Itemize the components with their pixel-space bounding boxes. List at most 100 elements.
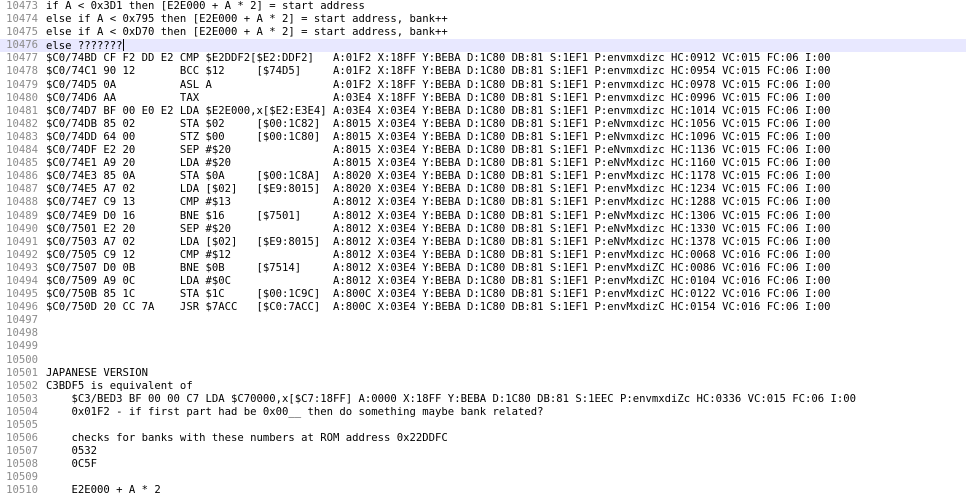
code-line[interactable]: 10510 E2E000 + A * 2	[0, 484, 966, 497]
text-editor[interactable]: 10473 if A < 0x3D1 then [E2E000 + A * 2] …	[0, 0, 966, 502]
code-line[interactable]: 10501 JAPANESE VERSION	[0, 367, 966, 380]
line-number: 10473	[6, 0, 38, 12]
code-line[interactable]: 10499	[0, 340, 966, 353]
line-text[interactable]: $C0/74E1 A9 20 LDA #$20 A:8015 X:03E4 Y:…	[46, 157, 831, 170]
line-number: 10482	[6, 117, 38, 130]
line-text[interactable]: E2E000 + A * 2	[46, 484, 161, 497]
code-line[interactable]: 10503 $C3/BED3 BF 00 00 C7 LDA $C70000,x…	[0, 393, 966, 406]
line-number: 10484	[6, 144, 38, 157]
line-text[interactable]: C3BDF5 is equivalent of	[46, 380, 193, 393]
code-line[interactable]: 10485 $C0/74E1 A9 20 LDA #$20 A:8015 X:03…	[0, 157, 966, 170]
line-text[interactable]: $C0/74E7 C9 13 CMP #$13 A:8012 X:03E4 Y:…	[46, 196, 831, 209]
line-number: 10498	[6, 327, 38, 340]
code-line[interactable]: 10483 $C0/74DD 64 00 STZ $00 [$00:1C80] A…	[0, 131, 966, 144]
line-text[interactable]: $C0/7507 D0 0B BNE $0B [$7514] A:8012 X:…	[46, 262, 831, 275]
code-line[interactable]: 10492 $C0/7505 C9 12 CMP #$12 A:8012 X:03…	[0, 249, 966, 262]
code-line[interactable]: 10508 0C5F	[0, 458, 966, 471]
current-line[interactable]: 10476 else ???????	[0, 39, 966, 53]
code-line[interactable]: 10475 else if A < 0xD70 then [E2E000 + A …	[0, 26, 966, 39]
line-text[interactable]: else ???????	[46, 39, 124, 53]
line-text[interactable]: $C0/74E5 A7 02 LDA [$02] [$E9:8015] A:80…	[46, 183, 831, 196]
line-number: 10509	[6, 471, 38, 484]
code-line[interactable]: 10488 $C0/74E7 C9 13 CMP #$13 A:8012 X:03…	[0, 196, 966, 209]
code-line[interactable]: 10479 $C0/74D5 0A ASL A A:01F2 X:18FF Y:B…	[0, 79, 966, 92]
code-line[interactable]: 10486 $C0/74E3 85 0A STA $0A [$00:1C8A] A…	[0, 170, 966, 183]
code-line[interactable]: 10496 $C0/750D 20 CC 7A JSR $7ACC [$C0:7A…	[0, 301, 966, 314]
line-number: 10483	[6, 130, 38, 143]
line-number: 10504	[6, 405, 38, 418]
line-text[interactable]: if A < 0x3D1 then [E2E000 + A * 2] = sta…	[46, 0, 365, 13]
line-number: 10497	[6, 314, 38, 327]
code-line[interactable]: 10504 0x01F2 - if first part had be 0x00…	[0, 406, 966, 419]
line-text[interactable]: 0532	[46, 445, 98, 458]
code-line[interactable]: 10482 $C0/74DB 85 02 STA $02 [$00:1C82] A…	[0, 118, 966, 131]
line-text[interactable]: $C0/74D6 AA TAX A:03E4 X:18FF Y:BEBA D:1…	[46, 92, 831, 105]
line-number: 10492	[6, 248, 38, 261]
code-line[interactable]: 10493 $C0/7507 D0 0B BNE $0B [$7514] A:80…	[0, 262, 966, 275]
code-line[interactable]: 10487 $C0/74E5 A7 02 LDA [$02] [$E9:8015]…	[0, 183, 966, 196]
code-line[interactable]: 10500	[0, 354, 966, 367]
line-text[interactable]: $C0/74C1 90 12 BCC $12 [$74D5] A:01F2 X:…	[46, 65, 831, 78]
line-text[interactable]: $C0/74DF E2 20 SEP #$20 A:8015 X:03E4 Y:…	[46, 144, 831, 157]
line-text[interactable]: $C0/7501 E2 20 SEP #$20 A:8012 X:03E4 Y:…	[46, 223, 831, 236]
line-text[interactable]: $C0/74BD CF F2 DD E2 CMP $E2DDF2[$E2:DDF…	[46, 52, 831, 65]
line-text[interactable]: $C0/74E9 D0 16 BNE $16 [$7501] A:8012 X:…	[46, 210, 831, 223]
line-number: 10502	[6, 379, 38, 392]
line-number: 10508	[6, 458, 38, 471]
line-number: 10479	[6, 78, 38, 91]
line-number: 10493	[6, 261, 38, 274]
line-number: 10490	[6, 222, 38, 235]
line-number: 10485	[6, 157, 38, 170]
editor-lines[interactable]: 10473 if A < 0x3D1 then [E2E000 + A * 2] …	[0, 0, 966, 498]
code-line[interactable]: 10473 if A < 0x3D1 then [E2E000 + A * 2] …	[0, 0, 966, 13]
line-text[interactable]: $C0/74D5 0A ASL A A:01F2 X:18FF Y:BEBA D…	[46, 79, 831, 92]
code-line[interactable]: 10484 $C0/74DF E2 20 SEP #$20 A:8015 X:03…	[0, 144, 966, 157]
code-line[interactable]: 10494 $C0/7509 A9 0C LDA #$0C A:8012 X:03…	[0, 275, 966, 288]
line-text[interactable]: 0C5F	[46, 458, 98, 471]
code-line[interactable]: 10509	[0, 471, 966, 484]
code-line[interactable]: 10490 $C0/7501 E2 20 SEP #$20 A:8012 X:03…	[0, 223, 966, 236]
line-text[interactable]: 0x01F2 - if first part had be 0x00__ the…	[46, 406, 544, 419]
code-line[interactable]: 10507 0532	[0, 445, 966, 458]
code-line[interactable]: 10498	[0, 327, 966, 340]
line-number: 10488	[6, 196, 38, 209]
code-line[interactable]: 10478 $C0/74C1 90 12 BCC $12 [$74D5] A:01…	[0, 65, 966, 78]
code-line[interactable]: 10502 C3BDF5 is equivalent of	[0, 380, 966, 393]
code-line[interactable]: 10506 checks for banks with these number…	[0, 432, 966, 445]
line-number: 10494	[6, 274, 38, 287]
line-number: 10496	[6, 301, 38, 314]
line-number: 10480	[6, 91, 38, 104]
code-line[interactable]: 10489 $C0/74E9 D0 16 BNE $16 [$7501] A:80…	[0, 210, 966, 223]
line-text[interactable]: $C0/74D7 BF 00 E0 E2 LDA $E2E000,x[$E2:E…	[46, 105, 831, 118]
line-number: 10499	[6, 340, 38, 353]
line-text[interactable]: $C0/7503 A7 02 LDA [$02] [$E9:8015] A:80…	[46, 236, 831, 249]
line-text[interactable]: checks for banks with these numbers at R…	[46, 432, 448, 445]
line-text[interactable]: $C0/7509 A9 0C LDA #$0C A:8012 X:03E4 Y:…	[46, 275, 831, 288]
code-line[interactable]: 10481 $C0/74D7 BF 00 E0 E2 LDA $E2E000,x[…	[0, 105, 966, 118]
line-text[interactable]: $C0/750B 85 1C STA $1C [$00:1C9C] A:800C…	[46, 288, 831, 301]
line-text[interactable]: $C0/74DD 64 00 STZ $00 [$00:1C80] A:8015…	[46, 131, 831, 144]
line-text[interactable]: $C0/7505 C9 12 CMP #$12 A:8012 X:03E4 Y:…	[46, 249, 831, 262]
line-number: 10503	[6, 392, 38, 405]
line-number: 10486	[6, 170, 38, 183]
line-number: 10489	[6, 209, 38, 222]
line-text[interactable]: $C3/BED3 BF 00 00 C7 LDA $C70000,x[$C7:1…	[46, 393, 857, 406]
line-number: 10507	[6, 445, 38, 458]
line-number: 10487	[6, 183, 38, 196]
code-line[interactable]: 10497	[0, 314, 966, 327]
line-text[interactable]: JAPANESE VERSION	[46, 367, 148, 380]
line-text[interactable]: $C0/74DB 85 02 STA $02 [$00:1C82] A:8015…	[46, 118, 831, 131]
code-line[interactable]: 10477 $C0/74BD CF F2 DD E2 CMP $E2DDF2[$E…	[0, 52, 966, 65]
line-text[interactable]: $C0/74E3 85 0A STA $0A [$00:1C8A] A:8020…	[46, 170, 831, 183]
line-text[interactable]: $C0/750D 20 CC 7A JSR $7ACC [$C0:7ACC] A…	[46, 301, 831, 314]
line-number: 10501	[6, 366, 38, 379]
code-line[interactable]: 10480 $C0/74D6 AA TAX A:03E4 X:18FF Y:BEB…	[0, 92, 966, 105]
line-text[interactable]: else if A < 0xD70 then [E2E000 + A * 2] …	[46, 26, 448, 39]
code-line[interactable]: 10491 $C0/7503 A7 02 LDA [$02] [$E9:8015]…	[0, 236, 966, 249]
line-number: 10477	[6, 52, 38, 65]
code-line[interactable]: 10474 else if A < 0x795 then [E2E000 + A …	[0, 13, 966, 26]
line-number: 10491	[6, 235, 38, 248]
code-line[interactable]: 10505	[0, 419, 966, 432]
code-line[interactable]: 10495 $C0/750B 85 1C STA $1C [$00:1C9C] A…	[0, 288, 966, 301]
line-text[interactable]: else if A < 0x795 then [E2E000 + A * 2] …	[46, 13, 448, 26]
